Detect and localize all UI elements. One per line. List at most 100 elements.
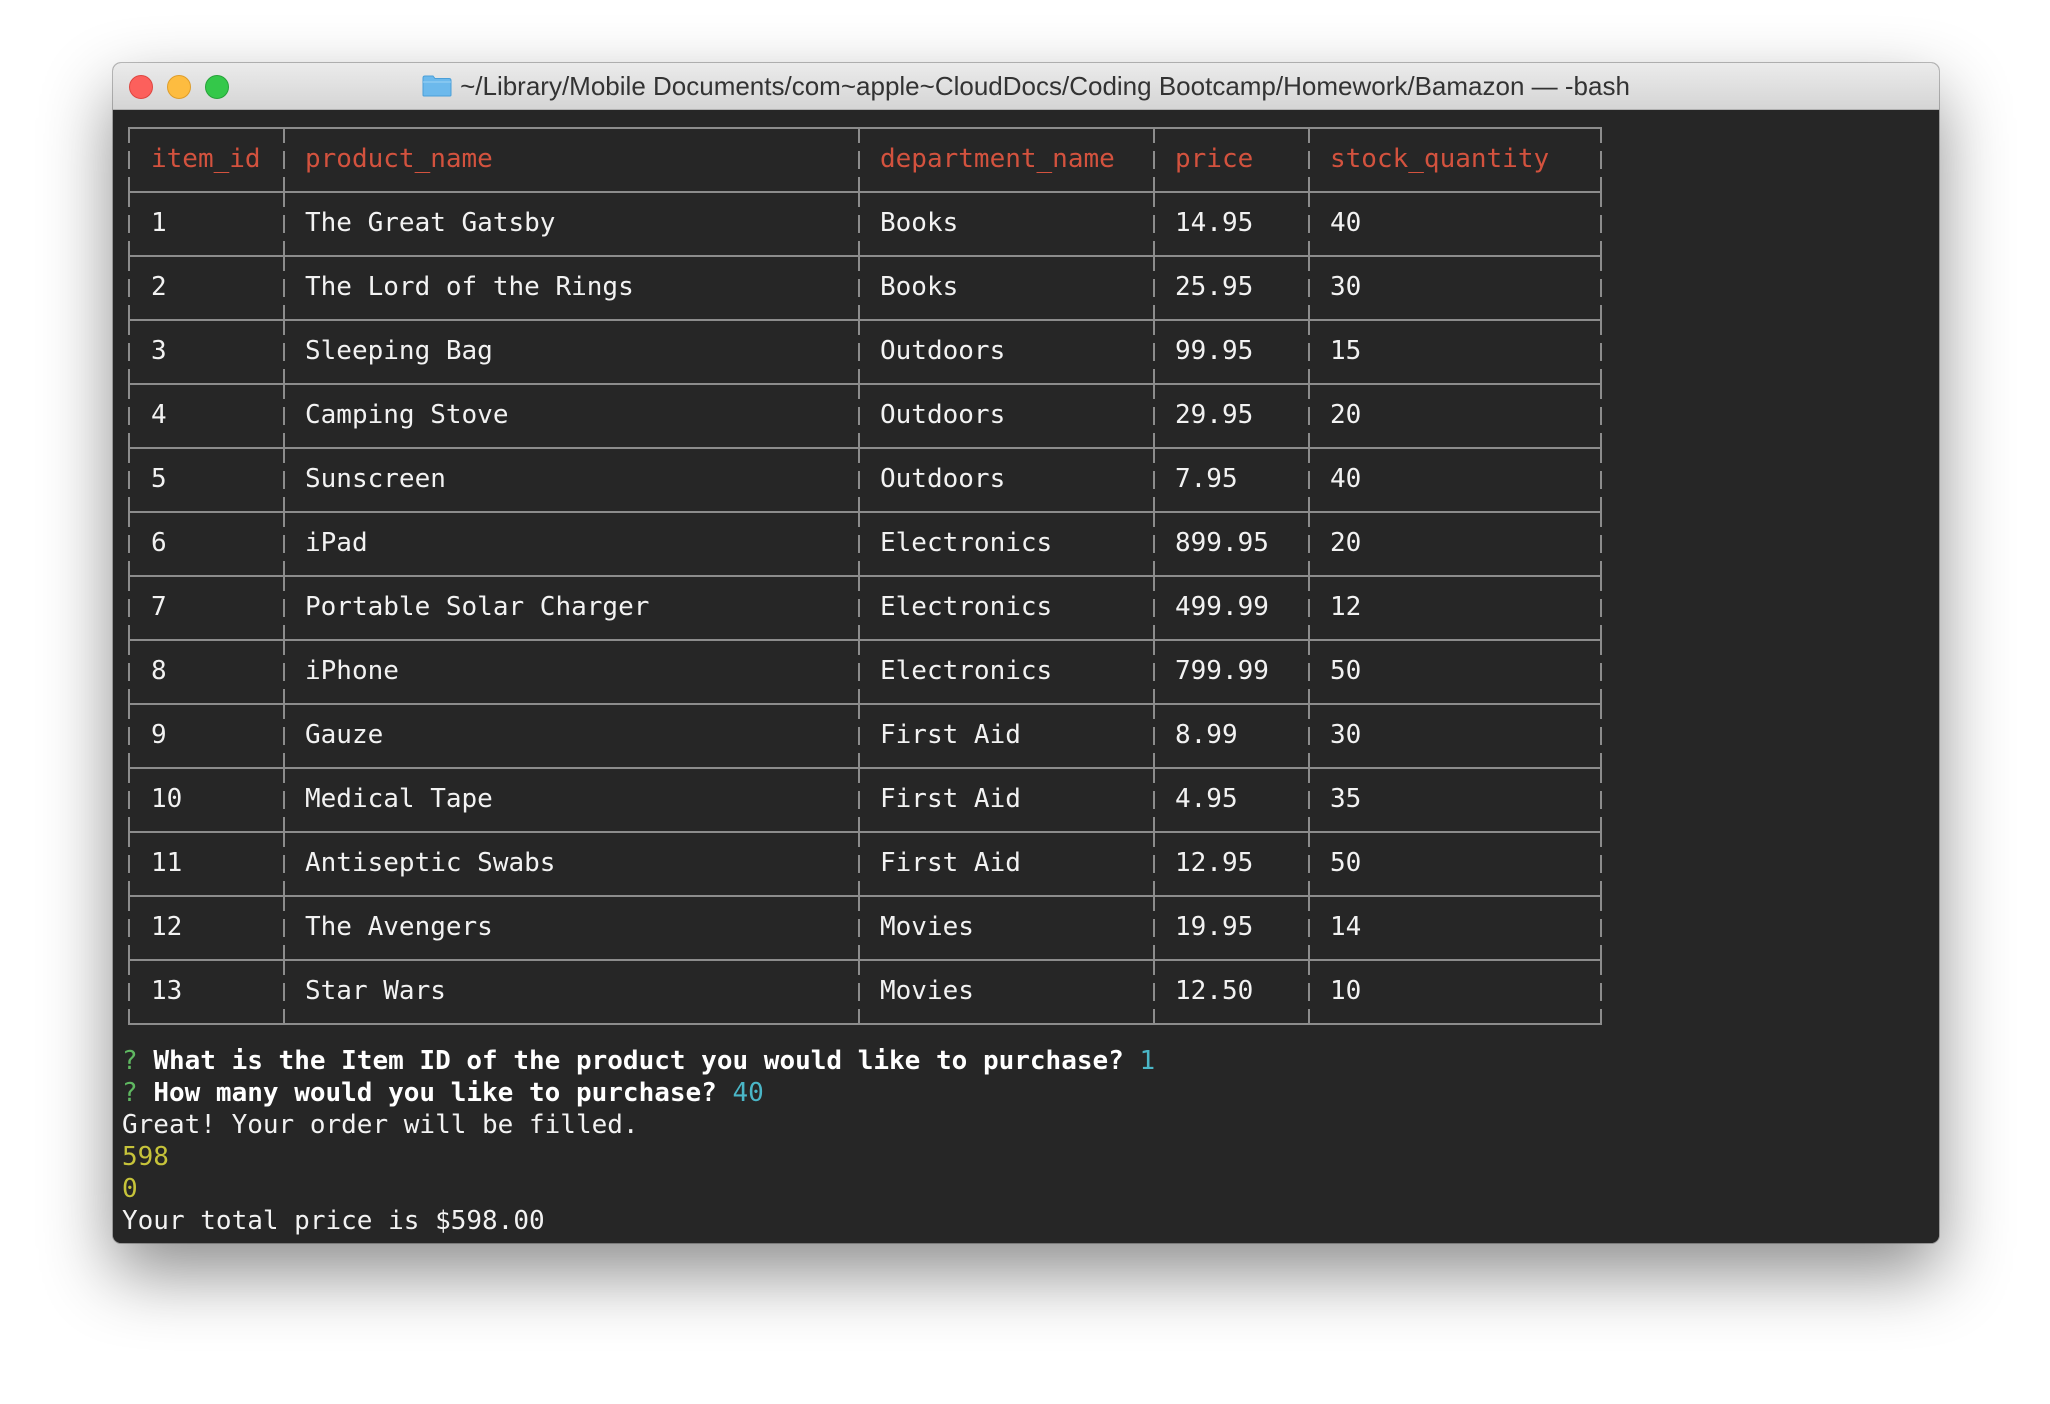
table-column-pipe xyxy=(858,727,860,745)
table-column-pipe xyxy=(283,215,285,233)
table-column-tick xyxy=(128,881,130,895)
table-column-tick xyxy=(858,833,860,847)
table-column-tick xyxy=(1308,241,1310,255)
prompt-mark: ? xyxy=(122,1078,138,1108)
table-column-tick xyxy=(128,561,130,575)
question-quantity: How many would you like to purchase? xyxy=(153,1078,717,1108)
table-column-tick xyxy=(858,577,860,591)
table-column-tick xyxy=(1153,561,1155,575)
table-column-tick xyxy=(283,625,285,639)
table-column-tick xyxy=(1153,305,1155,319)
table-column-tick xyxy=(1600,625,1602,639)
table-cell-department-name: Movies xyxy=(880,912,974,942)
products-table: item_id product_name department_name price s… xyxy=(128,127,1602,1045)
table-column-tick xyxy=(128,497,130,511)
table-column-tick xyxy=(283,1009,285,1023)
table-column-tick xyxy=(128,129,130,143)
table-row-divider xyxy=(128,1023,1602,1025)
table-cell-price: 499.99 xyxy=(1175,592,1269,622)
table-column-pipe xyxy=(1600,535,1602,553)
window-title-group: ~/Library/Mobile Documents/com~apple~Clo… xyxy=(113,63,1939,109)
table-column-pipe xyxy=(1153,855,1155,873)
table-column-tick xyxy=(283,753,285,767)
table-column-pipe xyxy=(1153,663,1155,681)
table-column-tick xyxy=(858,625,860,639)
table-column-tick xyxy=(283,577,285,591)
table-column-tick xyxy=(1308,753,1310,767)
table-column-pipe xyxy=(128,471,130,489)
table-column-pipe xyxy=(858,663,860,681)
table-column-tick xyxy=(1600,897,1602,911)
table-column-tick xyxy=(1153,241,1155,255)
table-column-pipe xyxy=(1308,919,1310,937)
table-column-pipe xyxy=(1308,215,1310,233)
table-column-tick xyxy=(128,1009,130,1023)
table-column-pipe xyxy=(1600,343,1602,361)
table-column-pipe xyxy=(858,151,860,169)
table-column-tick xyxy=(1600,833,1602,847)
table-column-tick xyxy=(1600,305,1602,319)
table-column-pipe xyxy=(283,343,285,361)
table-column-pipe xyxy=(1153,983,1155,1001)
table-column-tick xyxy=(1153,689,1155,703)
table-cell-price: 19.95 xyxy=(1175,912,1254,942)
table-column-tick xyxy=(128,689,130,703)
table-column-tick xyxy=(1600,449,1602,463)
table-column-tick xyxy=(283,385,285,399)
table-column-tick xyxy=(1308,129,1310,143)
table-column-pipe xyxy=(1600,279,1602,297)
table-column-tick xyxy=(128,577,130,591)
table-column-pipe xyxy=(283,663,285,681)
table-cell-price: 899.95 xyxy=(1175,528,1269,558)
table-column-tick xyxy=(283,321,285,335)
table-column-pipe xyxy=(1600,919,1602,937)
table-column-pipe xyxy=(128,791,130,809)
table-column-tick xyxy=(1153,177,1155,191)
title-bar: ~/Library/Mobile Documents/com~apple~Clo… xyxy=(113,63,1939,110)
table-column-pipe xyxy=(283,599,285,617)
table-column-tick xyxy=(1600,705,1602,719)
table-column-tick xyxy=(1600,817,1602,831)
table-column-pipe xyxy=(1308,855,1310,873)
table-cell-item-id: 5 xyxy=(151,464,167,494)
table-column-tick xyxy=(283,497,285,511)
table-column-tick xyxy=(128,817,130,831)
table-column-tick xyxy=(283,817,285,831)
table-column-pipe xyxy=(858,407,860,425)
output-number: 598 xyxy=(122,1142,169,1172)
terminal-content[interactable]: item_id product_name department_name price s… xyxy=(113,110,1939,1243)
column-header-product-name: product_name xyxy=(305,144,493,174)
table-column-tick xyxy=(128,369,130,383)
table-column-pipe xyxy=(1153,279,1155,297)
question-item-id: What is the Item ID of the product you w… xyxy=(153,1046,1124,1076)
table-column-tick xyxy=(1308,625,1310,639)
table-column-pipe xyxy=(858,471,860,489)
table-column-tick xyxy=(1600,1009,1602,1023)
order-message: Great! Your order will be filled. xyxy=(122,1110,639,1140)
table-column-tick xyxy=(1600,433,1602,447)
table-column-tick xyxy=(1600,257,1602,271)
table-column-pipe xyxy=(1308,151,1310,169)
table-cell-department-name: Books xyxy=(880,272,959,302)
table-column-tick xyxy=(1600,881,1602,895)
table-column-pipe xyxy=(1153,151,1155,169)
table-column-tick xyxy=(283,257,285,271)
table-cell-price: 25.95 xyxy=(1175,272,1254,302)
table-column-pipe xyxy=(1600,791,1602,809)
table-column-tick xyxy=(1600,961,1602,975)
table-column-tick xyxy=(858,241,860,255)
table-column-tick xyxy=(1308,961,1310,975)
table-cell-price: 4.95 xyxy=(1175,784,1238,814)
table-column-tick xyxy=(1600,753,1602,767)
table-column-tick xyxy=(858,753,860,767)
table-column-tick xyxy=(128,305,130,319)
table-column-tick xyxy=(283,689,285,703)
table-cell-product-name: Portable Solar Charger xyxy=(305,592,650,622)
table-column-tick xyxy=(1308,817,1310,831)
table-column-pipe xyxy=(283,471,285,489)
table-cell-stock-quantity: 10 xyxy=(1330,976,1362,1006)
table-cell-stock-quantity: 50 xyxy=(1330,848,1362,878)
table-column-tick xyxy=(1308,305,1310,319)
table-column-tick xyxy=(128,705,130,719)
table-column-pipe xyxy=(1153,343,1155,361)
